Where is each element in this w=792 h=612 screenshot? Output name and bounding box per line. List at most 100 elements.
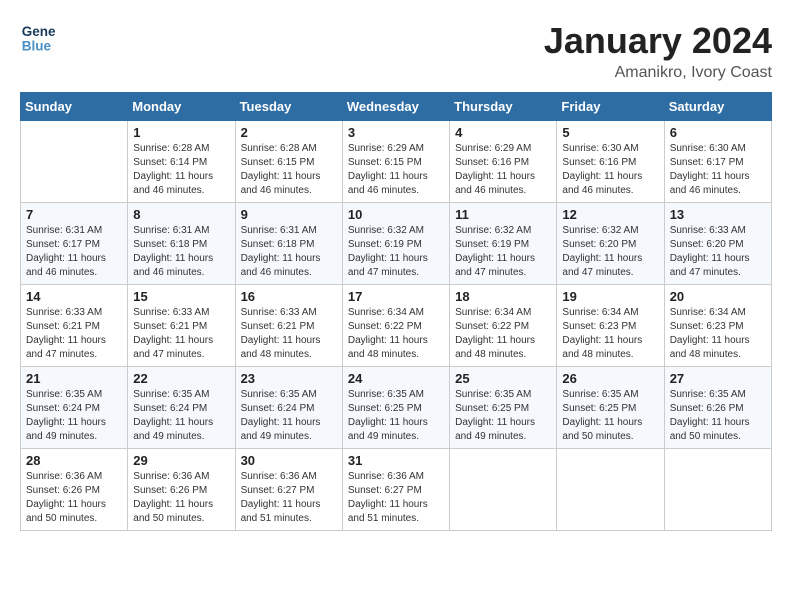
calendar-cell: 25 Sunrise: 6:35 AM Sunset: 6:25 PM Dayli…: [450, 367, 557, 449]
day-number: 15: [133, 289, 229, 304]
calendar-cell: 16Sunrise: 6:33 AM Sunset: 6:21 PM Dayli…: [235, 285, 342, 367]
location-title: Amanikro, Ivory Coast: [544, 64, 772, 82]
day-number: 22: [133, 371, 229, 386]
calendar-cell: 24 Sunrise: 6:35 AM Sunset: 6:25 PM Dayli…: [342, 367, 449, 449]
day-info: Sunrise: 6:36 AM Sunset: 6:26 PM Dayligh…: [26, 470, 122, 526]
day-info: Sunrise: 6:30 AM Sunset: 6:16 PM Dayligh…: [562, 142, 658, 198]
day-info: Sunrise: 6:33 AM Sunset: 6:20 PM Dayligh…: [670, 224, 766, 280]
day-info: Sunrise: 6:33 AM Sunset: 6:21 PM Dayligh…: [26, 306, 122, 362]
day-info: Sunrise: 6:29 AM Sunset: 6:16 PM Dayligh…: [455, 142, 551, 198]
calendar-cell: 11 Sunrise: 6:32 AM Sunset: 6:19 PM Dayli…: [450, 203, 557, 285]
calendar-cell: 3 Sunrise: 6:29 AM Sunset: 6:15 PM Daylig…: [342, 121, 449, 203]
calendar-cell: 7 Sunrise: 6:31 AM Sunset: 6:17 PM Daylig…: [21, 203, 128, 285]
day-number: 4: [455, 125, 551, 140]
svg-text:Blue: Blue: [22, 39, 52, 54]
day-info: Sunrise: 6:35 AM Sunset: 6:24 PM Dayligh…: [241, 388, 337, 444]
calendar-cell: 13 Sunrise: 6:33 AM Sunset: 6:20 PM Dayli…: [664, 203, 771, 285]
calendar-cell: 31Sunrise: 6:36 AM Sunset: 6:27 PM Dayli…: [342, 449, 449, 531]
weekday-header-friday: Friday: [557, 93, 664, 121]
calendar-cell: 6 Sunrise: 6:30 AM Sunset: 6:17 PM Daylig…: [664, 121, 771, 203]
weekday-header-monday: Monday: [128, 93, 235, 121]
day-number: 2: [241, 125, 337, 140]
weekday-header-sunday: Sunday: [21, 93, 128, 121]
day-info: Sunrise: 6:30 AM Sunset: 6:17 PM Dayligh…: [670, 142, 766, 198]
calendar-cell: 1Sunrise: 6:28 AM Sunset: 6:14 PM Daylig…: [128, 121, 235, 203]
day-number: 7: [26, 207, 122, 222]
calendar-cell: 4 Sunrise: 6:29 AM Sunset: 6:16 PM Daylig…: [450, 121, 557, 203]
calendar-cell: 14 Sunrise: 6:33 AM Sunset: 6:21 PM Dayli…: [21, 285, 128, 367]
day-info: Sunrise: 6:31 AM Sunset: 6:18 PM Dayligh…: [133, 224, 229, 280]
day-info: Sunrise: 6:34 AM Sunset: 6:23 PM Dayligh…: [670, 306, 766, 362]
weekday-header-wednesday: Wednesday: [342, 93, 449, 121]
day-number: 16: [241, 289, 337, 304]
title-block: January 2024 Amanikro, Ivory Coast: [544, 20, 772, 82]
day-info: Sunrise: 6:35 AM Sunset: 6:24 PM Dayligh…: [26, 388, 122, 444]
day-info: Sunrise: 6:34 AM Sunset: 6:22 PM Dayligh…: [348, 306, 444, 362]
day-number: 9: [241, 207, 337, 222]
day-info: Sunrise: 6:34 AM Sunset: 6:23 PM Dayligh…: [562, 306, 658, 362]
calendar-cell: 18 Sunrise: 6:34 AM Sunset: 6:22 PM Dayli…: [450, 285, 557, 367]
calendar-cell: 2Sunrise: 6:28 AM Sunset: 6:15 PM Daylig…: [235, 121, 342, 203]
day-number: 28: [26, 453, 122, 468]
day-info: Sunrise: 6:32 AM Sunset: 6:19 PM Dayligh…: [348, 224, 444, 280]
day-info: Sunrise: 6:32 AM Sunset: 6:19 PM Dayligh…: [455, 224, 551, 280]
calendar-week-5: 28 Sunrise: 6:36 AM Sunset: 6:26 PM Dayli…: [21, 449, 772, 531]
weekday-header-row: SundayMondayTuesdayWednesdayThursdayFrid…: [21, 93, 772, 121]
calendar-cell: 28 Sunrise: 6:36 AM Sunset: 6:26 PM Dayli…: [21, 449, 128, 531]
day-number: 6: [670, 125, 766, 140]
calendar-table: SundayMondayTuesdayWednesdayThursdayFrid…: [20, 92, 772, 531]
calendar-week-4: 21 Sunrise: 6:35 AM Sunset: 6:24 PM Dayli…: [21, 367, 772, 449]
calendar-cell: 8 Sunrise: 6:31 AM Sunset: 6:18 PM Daylig…: [128, 203, 235, 285]
svg-text:General: General: [22, 24, 56, 39]
calendar-cell: 17 Sunrise: 6:34 AM Sunset: 6:22 PM Dayli…: [342, 285, 449, 367]
day-number: 10: [348, 207, 444, 222]
calendar-cell: [450, 449, 557, 531]
day-info: Sunrise: 6:36 AM Sunset: 6:27 PM Dayligh…: [241, 470, 337, 526]
day-info: Sunrise: 6:31 AM Sunset: 6:18 PM Dayligh…: [241, 224, 337, 280]
weekday-header-tuesday: Tuesday: [235, 93, 342, 121]
day-info: Sunrise: 6:35 AM Sunset: 6:25 PM Dayligh…: [348, 388, 444, 444]
day-number: 20: [670, 289, 766, 304]
weekday-header-thursday: Thursday: [450, 93, 557, 121]
day-info: Sunrise: 6:33 AM Sunset: 6:21 PM Dayligh…: [133, 306, 229, 362]
day-number: 24: [348, 371, 444, 386]
day-number: 17: [348, 289, 444, 304]
calendar-cell: 20 Sunrise: 6:34 AM Sunset: 6:23 PM Dayli…: [664, 285, 771, 367]
calendar-cell: 26Sunrise: 6:35 AM Sunset: 6:25 PM Dayli…: [557, 367, 664, 449]
calendar-cell: 12 Sunrise: 6:32 AM Sunset: 6:20 PM Dayli…: [557, 203, 664, 285]
day-number: 12: [562, 207, 658, 222]
calendar-cell: [664, 449, 771, 531]
calendar-week-2: 7 Sunrise: 6:31 AM Sunset: 6:17 PM Daylig…: [21, 203, 772, 285]
day-info: Sunrise: 6:34 AM Sunset: 6:22 PM Dayligh…: [455, 306, 551, 362]
day-number: 21: [26, 371, 122, 386]
day-number: 29: [133, 453, 229, 468]
calendar-cell: 27Sunrise: 6:35 AM Sunset: 6:26 PM Dayli…: [664, 367, 771, 449]
day-info: Sunrise: 6:29 AM Sunset: 6:15 PM Dayligh…: [348, 142, 444, 198]
day-info: Sunrise: 6:35 AM Sunset: 6:25 PM Dayligh…: [455, 388, 551, 444]
calendar-week-1: 1Sunrise: 6:28 AM Sunset: 6:14 PM Daylig…: [21, 121, 772, 203]
calendar-cell: 23 Sunrise: 6:35 AM Sunset: 6:24 PM Dayli…: [235, 367, 342, 449]
calendar-cell: [557, 449, 664, 531]
calendar-cell: 30 Sunrise: 6:36 AM Sunset: 6:27 PM Dayli…: [235, 449, 342, 531]
day-info: Sunrise: 6:35 AM Sunset: 6:26 PM Dayligh…: [670, 388, 766, 444]
day-number: 23: [241, 371, 337, 386]
day-number: 31: [348, 453, 444, 468]
day-info: Sunrise: 6:32 AM Sunset: 6:20 PM Dayligh…: [562, 224, 658, 280]
day-number: 11: [455, 207, 551, 222]
calendar-cell: 21 Sunrise: 6:35 AM Sunset: 6:24 PM Dayli…: [21, 367, 128, 449]
day-info: Sunrise: 6:35 AM Sunset: 6:24 PM Dayligh…: [133, 388, 229, 444]
day-info: Sunrise: 6:31 AM Sunset: 6:17 PM Dayligh…: [26, 224, 122, 280]
calendar-cell: 15 Sunrise: 6:33 AM Sunset: 6:21 PM Dayli…: [128, 285, 235, 367]
day-info: Sunrise: 6:35 AM Sunset: 6:25 PM Dayligh…: [562, 388, 658, 444]
day-number: 25: [455, 371, 551, 386]
day-number: 13: [670, 207, 766, 222]
calendar-cell: 9 Sunrise: 6:31 AM Sunset: 6:18 PM Daylig…: [235, 203, 342, 285]
logo-icon: General Blue: [20, 20, 56, 56]
day-number: 19: [562, 289, 658, 304]
calendar-cell: 22 Sunrise: 6:35 AM Sunset: 6:24 PM Dayli…: [128, 367, 235, 449]
day-number: 8: [133, 207, 229, 222]
day-number: 14: [26, 289, 122, 304]
day-number: 3: [348, 125, 444, 140]
day-number: 30: [241, 453, 337, 468]
day-number: 18: [455, 289, 551, 304]
